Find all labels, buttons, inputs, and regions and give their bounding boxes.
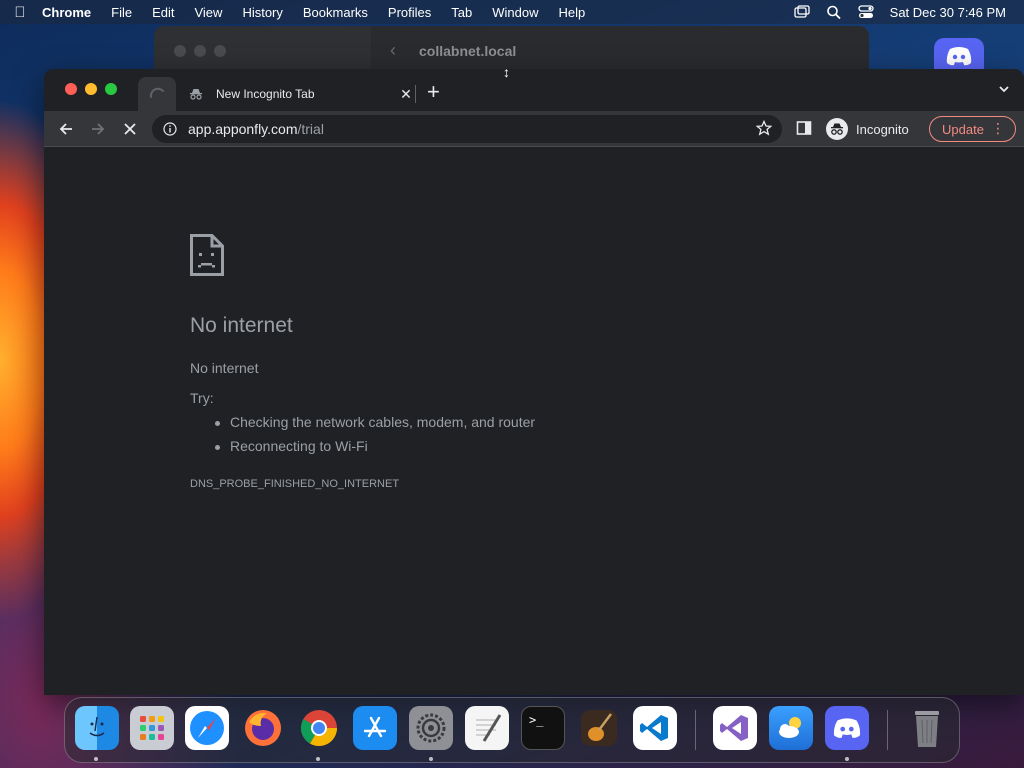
arrow-right-icon xyxy=(92,123,105,135)
system-settings-icon[interactable] xyxy=(409,706,453,750)
dock: >_ xyxy=(64,697,960,763)
chrome-icon[interactable] xyxy=(297,706,341,750)
app-store-icon[interactable] xyxy=(353,706,397,750)
menu-edit[interactable]: Edit xyxy=(142,5,184,20)
close-tab-icon[interactable]: ✕ xyxy=(398,86,414,103)
suggestion-list: Checking the network cables, modem, and … xyxy=(214,414,535,462)
update-button[interactable]: Update ⋮ xyxy=(929,116,1016,142)
running-indicator xyxy=(94,757,98,761)
zoom-window-button[interactable] xyxy=(105,83,117,95)
menu-tab[interactable]: Tab xyxy=(441,5,482,20)
close-dot-icon[interactable] xyxy=(174,45,186,57)
arrow-left-icon xyxy=(59,123,72,135)
menu-help[interactable]: Help xyxy=(549,5,596,20)
error-subtitle: No internet xyxy=(190,360,259,376)
side-panel-icon[interactable] xyxy=(796,120,812,136)
tab-search-chevron-icon[interactable] xyxy=(998,83,1010,95)
safari-icon[interactable] xyxy=(185,706,229,750)
close-window-button[interactable] xyxy=(65,83,77,95)
error-title: No internet xyxy=(190,314,293,337)
site-info-icon[interactable] xyxy=(162,121,178,137)
background-window-controls xyxy=(174,45,226,57)
terminal-icon[interactable]: >_ xyxy=(521,706,565,750)
chrome-window: New Incognito Tab ✕ + app.apponfly.com/t… xyxy=(44,69,1024,695)
loading-spinner-icon xyxy=(149,87,164,98)
error-page: No internet No internet Try: Checking th… xyxy=(44,148,1024,695)
tab-strip: New Incognito Tab ✕ + xyxy=(44,69,1024,111)
sad-document-icon xyxy=(190,234,224,276)
incognito-icon xyxy=(188,86,204,102)
address-bar[interactable]: app.apponfly.com/trial xyxy=(152,115,782,143)
forward-button[interactable] xyxy=(88,119,108,139)
apple-menu-icon[interactable]:  xyxy=(0,4,40,21)
error-code: DNS_PROBE_FINISHED_NO_INTERNET xyxy=(190,478,400,490)
menu-file[interactable]: File xyxy=(101,5,142,20)
minimize-window-button[interactable] xyxy=(85,83,97,95)
new-tab-button[interactable]: + xyxy=(427,80,440,104)
textedit-icon[interactable] xyxy=(465,706,509,750)
weather-icon[interactable] xyxy=(769,706,813,750)
browser-toolbar: app.apponfly.com/trial Incognito Update … xyxy=(44,111,1024,147)
url-host: app.apponfly.com xyxy=(188,121,298,137)
dock-divider xyxy=(887,710,888,750)
menu-bar:  Chrome File Edit View History Bookmark… xyxy=(0,0,1024,24)
menu-view[interactable]: View xyxy=(184,5,232,20)
url-path: /trial xyxy=(297,121,324,137)
stop-loading-button[interactable] xyxy=(120,119,140,139)
incognito-label: Incognito xyxy=(856,121,909,137)
running-indicator xyxy=(845,757,849,761)
running-indicator xyxy=(316,757,320,761)
vscode-icon[interactable] xyxy=(633,706,677,750)
zoom-dot-icon[interactable] xyxy=(214,45,226,57)
finder-icon[interactable] xyxy=(75,706,119,750)
loading-tab[interactable] xyxy=(138,77,176,111)
menu-history[interactable]: History xyxy=(232,5,292,20)
discord-icon xyxy=(946,47,972,66)
trash-icon[interactable] xyxy=(905,706,949,750)
menubar-datetime[interactable]: Sat Dec 30 7:46 PM xyxy=(890,5,1006,20)
background-window-title: collabnet.local xyxy=(419,43,517,59)
running-indicator xyxy=(429,757,433,761)
visual-studio-icon[interactable] xyxy=(713,706,757,750)
resize-cursor-icon: ↕ xyxy=(503,64,510,80)
back-button[interactable] xyxy=(56,119,76,139)
menu-profiles[interactable]: Profiles xyxy=(378,5,441,20)
chevron-left-icon[interactable]: ‹ xyxy=(390,40,396,61)
firefox-icon[interactable] xyxy=(241,706,285,750)
launchpad-icon[interactable] xyxy=(130,706,174,750)
dock-divider xyxy=(695,710,696,750)
try-label: Try: xyxy=(190,390,214,406)
suggestion-item: Checking the network cables, modem, and … xyxy=(214,414,535,438)
menu-bookmarks[interactable]: Bookmarks xyxy=(293,5,378,20)
minimize-dot-icon[interactable] xyxy=(194,45,206,57)
close-icon xyxy=(124,123,136,135)
spotlight-search-icon[interactable] xyxy=(826,5,842,19)
menu-app-name[interactable]: Chrome xyxy=(40,5,101,20)
control-center-icon[interactable] xyxy=(858,5,874,19)
bookmark-star-icon[interactable] xyxy=(756,120,772,136)
more-menu-icon[interactable]: ⋮ xyxy=(991,120,1005,136)
garageband-icon[interactable] xyxy=(577,706,621,750)
suggestion-item: Reconnecting to Wi-Fi xyxy=(214,438,535,462)
tab-new-incognito[interactable]: New Incognito Tab ✕ xyxy=(176,77,414,111)
discord-icon[interactable] xyxy=(825,706,869,750)
incognito-profile-button[interactable]: Incognito xyxy=(826,116,909,142)
menu-window[interactable]: Window xyxy=(482,5,548,20)
window-controls xyxy=(65,83,117,95)
update-label: Update xyxy=(942,121,984,137)
incognito-avatar-icon xyxy=(826,118,848,140)
tab-title: New Incognito Tab xyxy=(216,87,315,101)
tab-divider xyxy=(415,85,416,103)
screen-mirroring-icon[interactable] xyxy=(794,5,810,19)
